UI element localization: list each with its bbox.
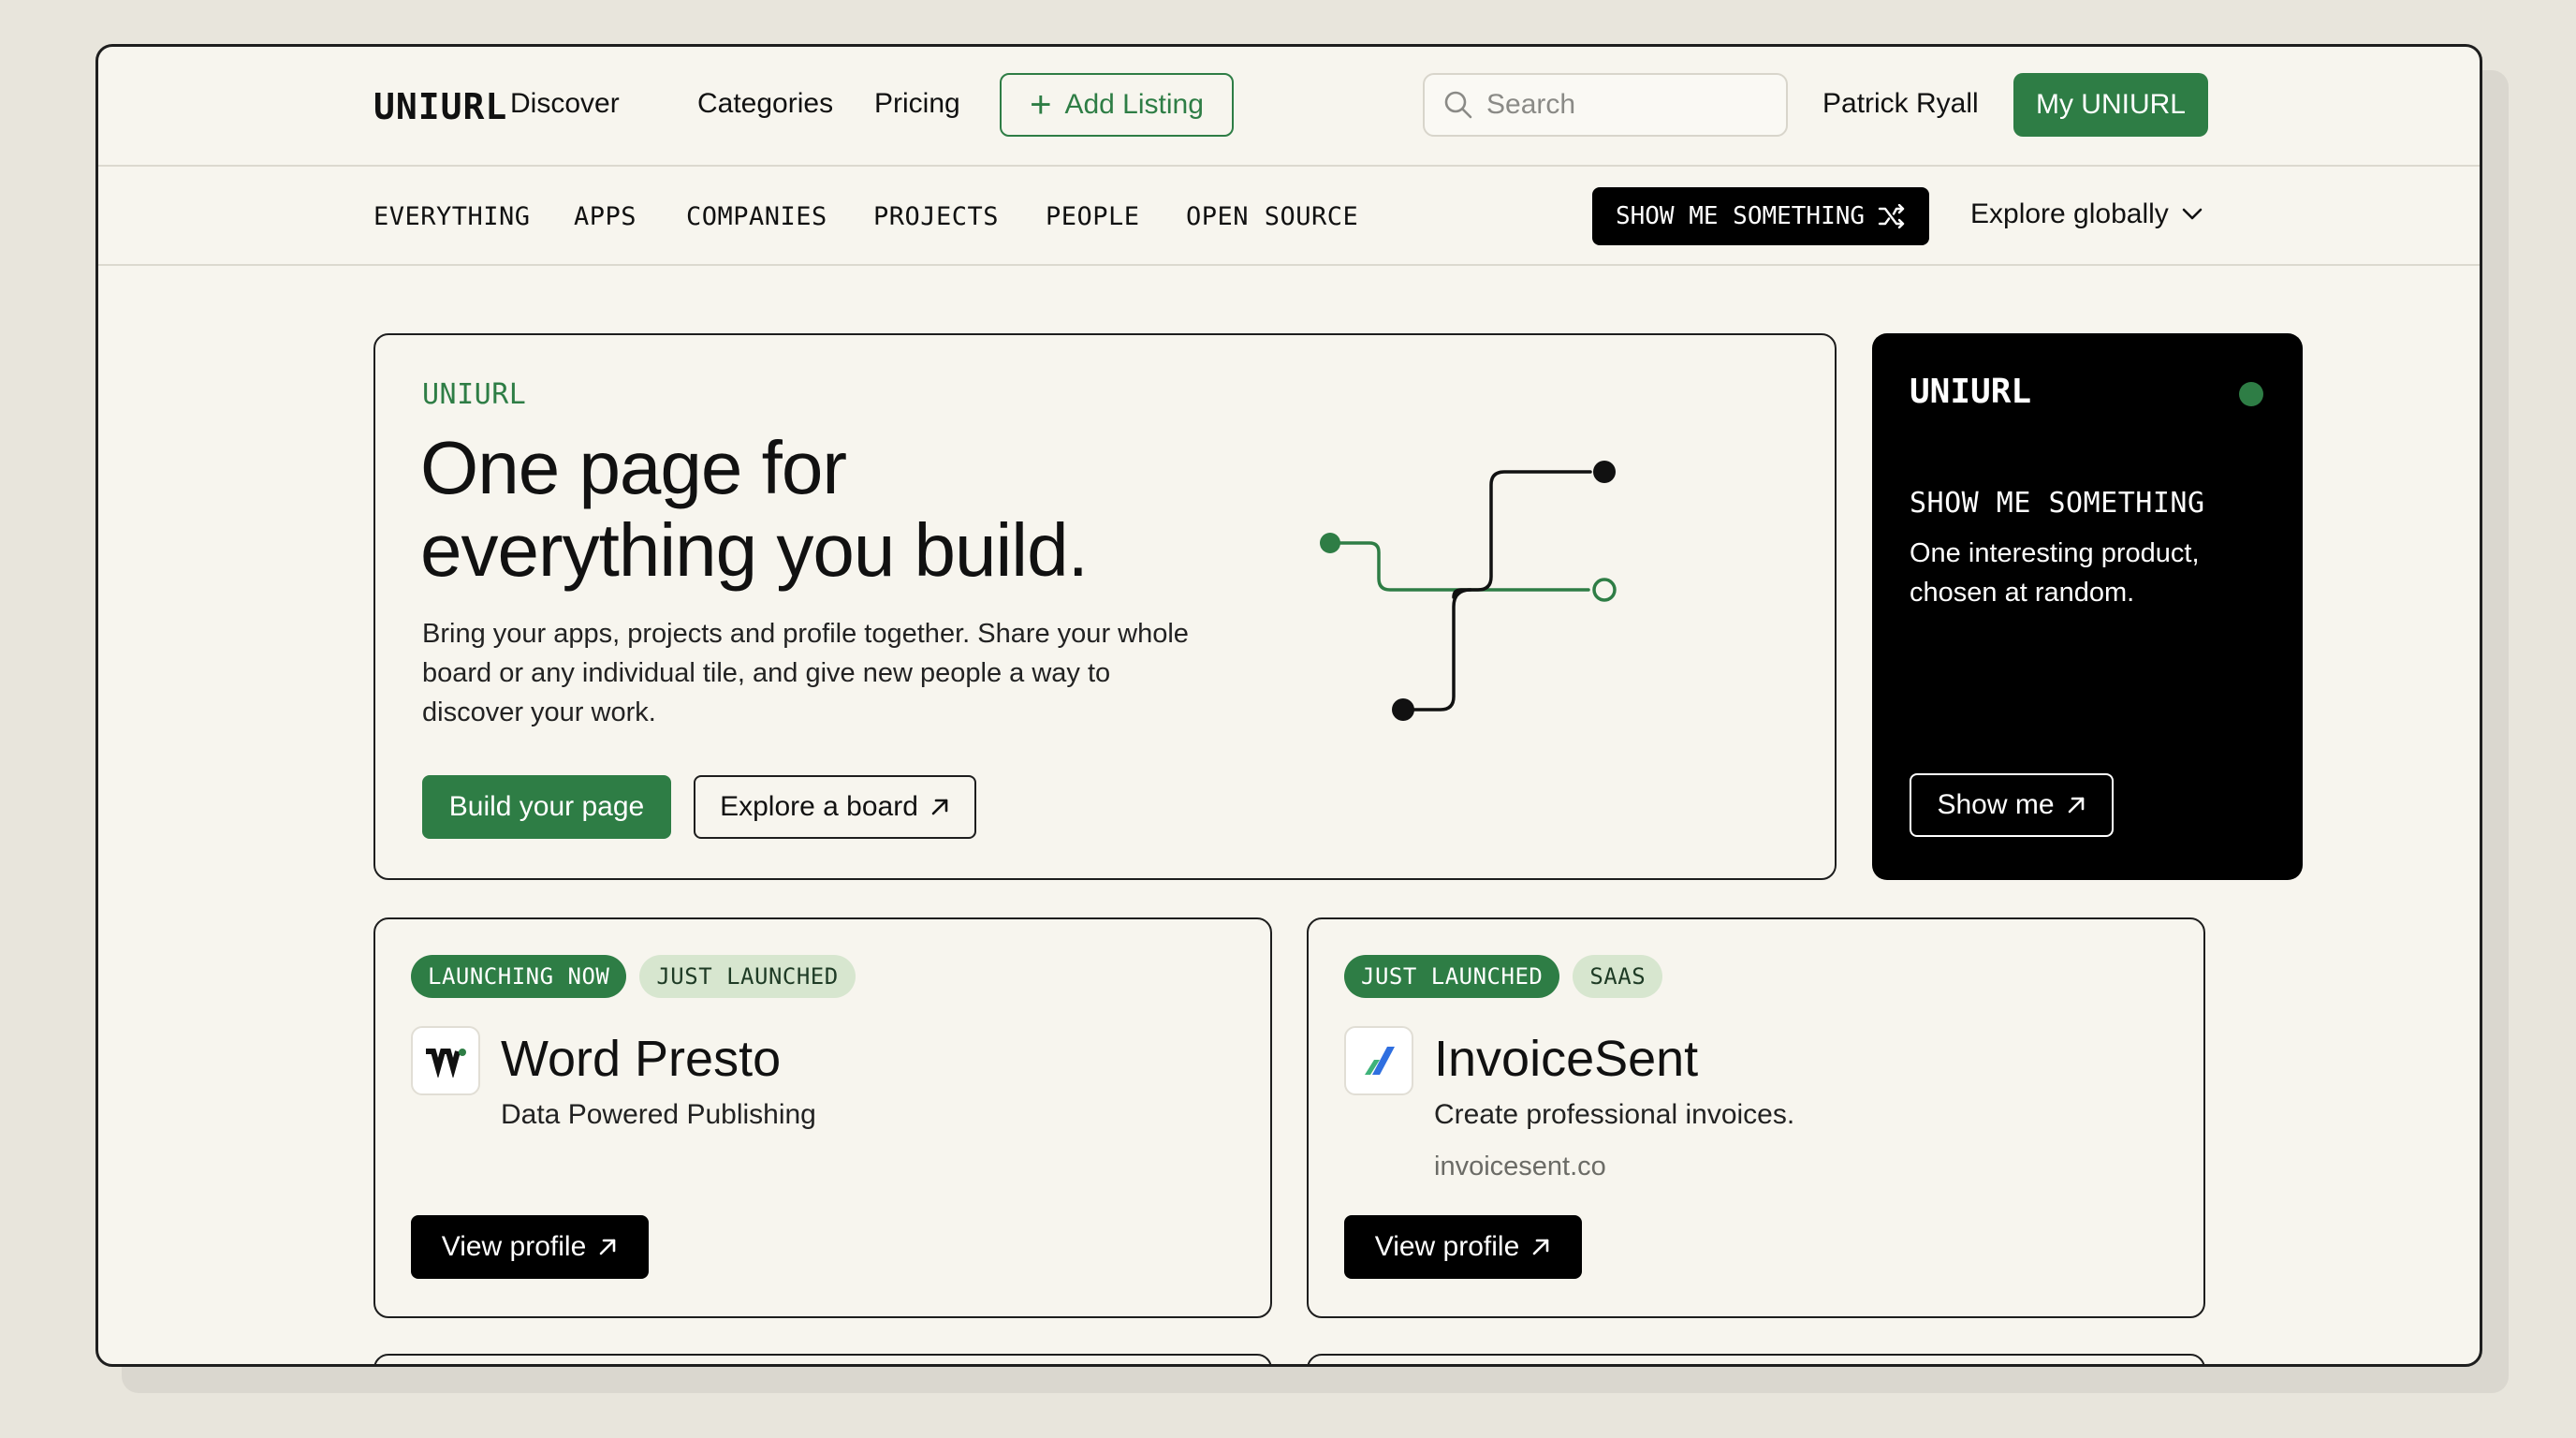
app-tagline: Create professional invoices. [1434, 1099, 1795, 1130]
arrow-up-right-icon [597, 1237, 618, 1257]
tab-companies[interactable]: COMPANIES [686, 202, 827, 231]
user-name[interactable]: Patrick Ryall [1822, 88, 1979, 120]
chevron-down-icon [2182, 208, 2203, 221]
badge-just-launched: JUST LAUNCHED [1344, 955, 1560, 998]
invoicesent-logo [1344, 1026, 1413, 1095]
hero-title-line-2: everything you build. [420, 508, 1089, 592]
brand-logo[interactable]: UNIURL [373, 86, 507, 127]
explore-a-board-label: Explore a board [720, 791, 918, 822]
explore-a-board-button[interactable]: Explore a board [694, 775, 976, 839]
badge-just-launched: JUST LAUNCHED [639, 955, 856, 998]
search-placeholder: Search [1486, 89, 1576, 120]
badge-group: JUST LAUNCHED SAAS [1344, 955, 1663, 998]
show-me-card: UNIURL SHOW ME SOMETHING One interesting… [1872, 333, 2303, 880]
arrow-up-right-icon [929, 797, 950, 817]
app-name: Word Presto [501, 1031, 782, 1087]
search-input[interactable]: Search [1423, 73, 1788, 137]
shuffle-icon [1878, 204, 1906, 228]
view-profile-button[interactable]: View profile [411, 1215, 649, 1279]
hero-eyebrow: UNIURL [422, 378, 527, 411]
app-url[interactable]: invoicesent.co [1434, 1152, 1606, 1182]
arrow-up-right-icon [1530, 1237, 1551, 1257]
nav-link-pricing[interactable]: Pricing [874, 88, 960, 120]
listing-card-invoicesent[interactable]: JUST LAUNCHED SAAS InvoiceSent Create pr… [1307, 917, 2205, 1318]
listing-card-partial[interactable] [373, 1354, 1272, 1364]
top-navigation: UNIURL Discover Categories Pricing + Add… [98, 47, 2480, 167]
show-me-card-title: UNIURL [1910, 373, 2032, 411]
tab-open-source[interactable]: OPEN SOURCE [1186, 202, 1358, 231]
view-profile-button[interactable]: View profile [1344, 1215, 1582, 1279]
explore-globally-label: Explore globally [1970, 198, 2169, 229]
listing-card-partial[interactable] [1307, 1354, 2205, 1364]
build-your-page-button[interactable]: Build your page [422, 775, 671, 839]
show-me-card-heading: SHOW ME SOMETHING [1910, 487, 2205, 520]
add-listing-label: Add Listing [1064, 89, 1204, 120]
arrow-up-right-icon [2066, 795, 2086, 815]
status-dot [2239, 382, 2263, 406]
search-icon [1443, 90, 1473, 120]
show-me-card-description: One interesting product, chosen at rando… [1910, 538, 2200, 608]
nav-link-categories[interactable]: Categories [697, 88, 833, 120]
word-presto-logo [411, 1026, 480, 1095]
badge-launching-now: LAUNCHING NOW [411, 955, 627, 998]
plus-icon: + [1030, 84, 1052, 125]
connection-lines-illustration [1293, 448, 1648, 752]
app-name: InvoiceSent [1434, 1031, 1699, 1087]
show-me-something-button[interactable]: SHOW ME SOMETHING [1592, 187, 1929, 245]
add-listing-button[interactable]: + Add Listing [1000, 73, 1234, 137]
app-tagline: Data Powered Publishing [501, 1099, 816, 1130]
hero-card: UNIURL One page for everything you build… [373, 333, 1837, 880]
tab-apps[interactable]: APPS [574, 202, 637, 231]
my-uniurl-button[interactable]: My UNIURL [2013, 73, 2208, 137]
hero-description: Bring your apps, projects and profile to… [422, 619, 1189, 727]
tab-projects[interactable]: PROJECTS [873, 202, 999, 231]
show-me-label: Show me [1937, 789, 2055, 820]
browser-window: UNIURL Discover Categories Pricing + Add… [95, 44, 2482, 1367]
badge-group: LAUNCHING NOW JUST LAUNCHED [411, 955, 856, 998]
view-profile-label: View profile [441, 1231, 587, 1262]
category-navigation: EVERYTHING APPS COMPANIES PROJECTS PEOPL… [98, 167, 2480, 266]
badge-saas: SAAS [1573, 955, 1663, 998]
hero-title-line-1: One page for [420, 426, 847, 509]
show-me-something-label: SHOW ME SOMETHING [1615, 202, 1866, 230]
view-profile-label: View profile [1374, 1231, 1520, 1262]
tab-everything[interactable]: EVERYTHING [373, 202, 531, 231]
listing-card-word-presto[interactable]: LAUNCHING NOW JUST LAUNCHED Word Presto … [373, 917, 1272, 1318]
show-me-button[interactable]: Show me [1910, 773, 2114, 837]
tab-people[interactable]: PEOPLE [1046, 202, 1140, 231]
explore-globally-dropdown[interactable]: Explore globally [1970, 198, 2203, 230]
nav-link-discover[interactable]: Discover [510, 88, 620, 120]
hero-title: One page for everything you build. [420, 427, 1263, 592]
